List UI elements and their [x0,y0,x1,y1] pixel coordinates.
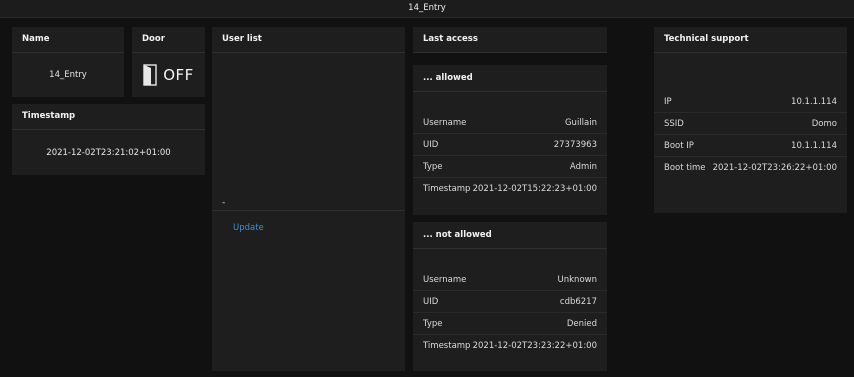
timestamp-value: 2021-12-02T23:21:02+01:00 [46,148,171,158]
row-value: 2021-12-02T15:22:23+01:00 [472,183,597,194]
not-allowed-card: ... not allowed Username Unknown UID cdb… [413,222,607,371]
row-value: 2021-12-02T23:23:22+01:00 [472,340,597,351]
row-label: UID [423,296,439,307]
row-label: SSID [664,118,684,129]
row-value: 27373963 [553,139,597,150]
update-link[interactable]: Update [212,223,285,233]
user-list-title: User list [212,27,405,53]
row-label: Type [423,318,443,329]
name-card-title: Name [12,27,124,53]
row-value: Unknown [557,274,597,285]
timestamp-card: Timestamp 2021-12-02T23:21:02+01:00 [12,104,205,175]
row-value: cdb6217 [559,296,597,307]
allowed-timestamp-row: Timestamp 2021-12-02T15:22:23+01:00 [413,178,607,199]
timestamp-card-title: Timestamp [12,104,205,130]
row-value: 10.1.1.114 [791,140,837,151]
allowed-card: ... allowed Username Guillain UID 273739… [413,65,607,215]
row-value: Domo [811,118,837,129]
door-card-title: Door [132,27,205,53]
not-allowed-title: ... not allowed [413,222,607,249]
row-label: IP [664,96,672,107]
row-label: Timestamp [423,340,471,351]
door-card: Door OFF [132,27,205,97]
not-allowed-username-row: Username Unknown [413,269,607,291]
row-value: Denied [566,318,597,329]
last-access-title: Last access [413,27,607,53]
row-value: Admin [569,161,597,172]
tech-support-title: Technical support [654,27,847,53]
row-label: UID [423,139,439,150]
row-value: Guillain [564,117,597,128]
device-name: 14_Entry [49,70,87,80]
tech-support-card: Technical support IP 10.1.1.114 SSID Dom… [654,27,847,213]
tech-ip-row: IP 10.1.1.114 [654,91,847,113]
user-list-value: - [222,198,226,208]
tech-boot-ip-row: Boot IP 10.1.1.114 [654,135,847,157]
tech-boot-time-row: Boot time 2021-12-02T23:26:22+01:00 [654,157,847,178]
row-label: Username [423,117,467,128]
tech-ssid-row: SSID Domo [654,113,847,135]
row-value: 2021-12-02T23:26:22+01:00 [712,162,837,173]
row-label: Boot time [664,162,706,173]
allowed-username-row: Username Guillain [413,112,607,134]
window-title: 14_Entry [0,0,854,18]
row-label: Timestamp [423,183,471,194]
door-icon [143,64,157,86]
allowed-title: ... allowed [413,65,607,92]
row-label: Boot IP [664,140,694,151]
row-label: Type [423,161,443,172]
not-allowed-timestamp-row: Timestamp 2021-12-02T23:23:22+01:00 [413,335,607,356]
name-card: Name 14_Entry [12,27,124,97]
allowed-uid-row: UID 27373963 [413,134,607,156]
user-list-card: User list - Update [212,27,405,371]
door-state[interactable]: OFF [163,66,194,84]
row-value: 10.1.1.114 [791,96,837,107]
divider [212,210,405,211]
not-allowed-type-row: Type Denied [413,313,607,335]
not-allowed-uid-row: UID cdb6217 [413,291,607,313]
last-access-card: Last access [413,27,607,53]
row-label: Username [423,274,467,285]
allowed-type-row: Type Admin [413,156,607,178]
